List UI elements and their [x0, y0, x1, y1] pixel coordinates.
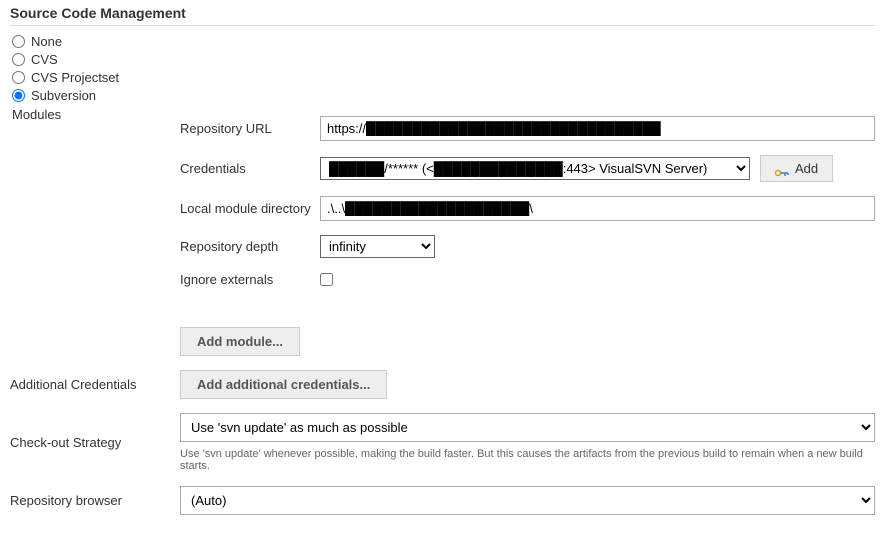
scm-option-cvs[interactable]: CVS: [12, 52, 875, 67]
ignore-externals-row: Ignore externals: [180, 272, 875, 287]
radio-cvs[interactable]: [12, 53, 25, 66]
credentials-row: Credentials ██████/****** (<████████████…: [180, 155, 875, 182]
radio-label-none: None: [31, 34, 62, 49]
radio-cvs-projectset[interactable]: [12, 71, 25, 84]
additional-credentials-label: Additional Credentials: [10, 377, 180, 392]
section-title: Source Code Management: [10, 5, 875, 26]
add-credential-button[interactable]: Add: [760, 155, 833, 182]
credentials-select[interactable]: ██████/****** (<██████████████:443> Visu…: [320, 157, 750, 180]
repository-depth-label: Repository depth: [180, 239, 320, 254]
add-module-button[interactable]: Add module...: [180, 327, 300, 356]
checkout-strategy-help: Use 'svn update' whenever possible, maki…: [180, 448, 875, 472]
repository-browser-row: Repository browser (Auto): [10, 486, 875, 515]
local-module-dir-input[interactable]: [320, 196, 875, 221]
scm-option-none[interactable]: None: [12, 34, 875, 49]
radio-label-cvs-projectset: CVS Projectset: [31, 70, 119, 85]
key-icon: [775, 165, 789, 173]
lower-section: Add module... Additional Credentials Add…: [10, 327, 875, 515]
add-credential-label: Add: [795, 161, 818, 176]
radio-subversion[interactable]: [12, 89, 25, 102]
radio-label-cvs: CVS: [31, 52, 58, 67]
scm-radio-group: None CVS CVS Projectset Subversion: [12, 34, 875, 103]
additional-credentials-row: Additional Credentials Add additional cr…: [10, 370, 875, 399]
checkout-strategy-row: Check-out Strategy Use 'svn update' as m…: [10, 413, 875, 472]
local-module-dir-row: Local module directory: [180, 196, 875, 221]
repository-depth-row: Repository depth infinity: [180, 235, 875, 258]
add-additional-credentials-button[interactable]: Add additional credentials...: [180, 370, 387, 399]
repository-browser-select[interactable]: (Auto): [180, 486, 875, 515]
modules-form: Repository URL Credentials ██████/******…: [180, 116, 875, 287]
repository-url-row: Repository URL: [180, 116, 875, 141]
add-module-row: Add module...: [10, 327, 875, 356]
ignore-externals-label: Ignore externals: [180, 272, 320, 287]
repository-url-input[interactable]: [320, 116, 875, 141]
checkout-strategy-select[interactable]: Use 'svn update' as much as possible: [180, 413, 875, 442]
local-module-dir-label: Local module directory: [180, 201, 320, 216]
checkout-strategy-label: Check-out Strategy: [10, 435, 180, 450]
radio-none[interactable]: [12, 35, 25, 48]
ignore-externals-checkbox[interactable]: [320, 273, 333, 286]
scm-option-cvs-projectset[interactable]: CVS Projectset: [12, 70, 875, 85]
scm-option-subversion[interactable]: Subversion: [12, 88, 875, 103]
repository-depth-select[interactable]: infinity: [320, 235, 435, 258]
repository-browser-label: Repository browser: [10, 493, 180, 508]
credentials-label: Credentials: [180, 161, 320, 176]
radio-label-subversion: Subversion: [31, 88, 96, 103]
repository-url-label: Repository URL: [180, 121, 320, 136]
